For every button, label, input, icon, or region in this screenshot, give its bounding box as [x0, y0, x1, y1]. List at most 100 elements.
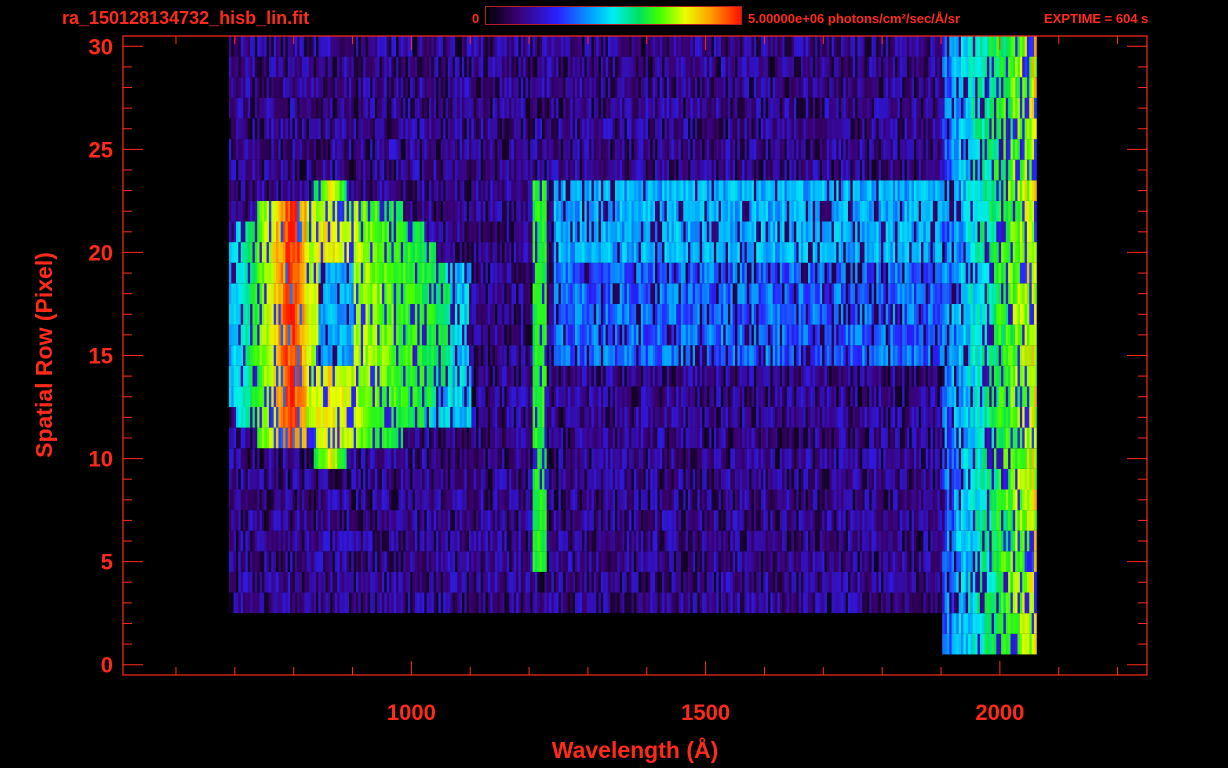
- heatmap-cell: [525, 448, 529, 469]
- heatmap-cell: [532, 489, 536, 511]
- heatmap-cell: [612, 448, 616, 469]
- heatmap-cell: [254, 365, 258, 387]
- heatmap-cell: [735, 530, 738, 552]
- heatmap-cell: [852, 468, 856, 490]
- heatmap-cell: [852, 345, 856, 366]
- heatmap-cell: [673, 448, 677, 469]
- heatmap-cell: [412, 345, 416, 366]
- heatmap-cell: [346, 407, 350, 428]
- heatmap-cell: [791, 345, 795, 366]
- heatmap-cell: [643, 345, 646, 366]
- heatmap-cell: [930, 592, 934, 614]
- heatmap-cell: [664, 407, 668, 428]
- heatmap-cell: [301, 571, 305, 593]
- heatmap-cell: [502, 345, 505, 366]
- heatmap-cell: [720, 407, 724, 428]
- heatmap-cell: [1017, 510, 1021, 531]
- heatmap-cell: [412, 448, 416, 469]
- heatmap-cell: [909, 468, 912, 490]
- heatmap-cell: [454, 324, 458, 346]
- heatmap-cell: [337, 304, 340, 325]
- heatmap-cell: [996, 386, 1000, 408]
- heatmap-cell: [264, 365, 267, 387]
- heatmap-cell: [525, 489, 529, 511]
- heatmap-cell: [250, 468, 253, 490]
- heatmap-cell: [760, 407, 764, 428]
- heatmap-cell: [751, 324, 755, 346]
- heatmap-cell: [285, 345, 289, 366]
- heatmap-cell: [276, 571, 279, 593]
- heatmap-cell: [812, 427, 816, 449]
- heatmap-cell: [556, 571, 559, 593]
- heatmap-cell: [356, 365, 359, 387]
- heatmap-cell: [720, 468, 724, 490]
- heatmap-cell: [843, 407, 847, 428]
- heatmap-cell: [695, 427, 698, 449]
- heatmap-cell: [476, 551, 479, 572]
- heatmap-cell: [381, 571, 385, 593]
- heatmap-cell: [429, 365, 432, 387]
- heatmap-cell: [327, 510, 331, 531]
- heatmap-cell: [735, 489, 738, 511]
- heatmap-cell: [603, 551, 606, 572]
- heatmap-cell: [737, 489, 741, 511]
- heatmap-cell: [473, 407, 477, 428]
- heatmap-cell: [320, 592, 324, 614]
- heatmap-cell: [285, 510, 289, 531]
- heatmap-cell: [327, 427, 331, 449]
- heatmap-cell: [384, 427, 388, 449]
- heatmap-cell: [951, 571, 955, 593]
- heatmap-cell: [259, 592, 263, 614]
- heatmap-cell: [782, 365, 785, 387]
- heatmap-cell: [325, 510, 329, 531]
- heatmap-cell: [791, 489, 795, 511]
- heatmap-cell: [356, 551, 359, 572]
- heatmap-cell: [991, 386, 995, 408]
- heatmap-cell: [327, 571, 331, 593]
- heatmap-cell: [742, 489, 745, 511]
- heatmap-cell: [647, 468, 651, 490]
- heatmap-cell: [407, 571, 411, 593]
- heatmap-cell: [414, 304, 418, 325]
- heatmap-cell: [473, 365, 477, 387]
- heatmap-cell: [695, 407, 698, 428]
- heatmap-cell: [685, 345, 689, 366]
- heatmap-cell: [356, 407, 359, 428]
- heatmap-cell: [859, 510, 863, 531]
- heatmap-cell: [454, 489, 458, 511]
- heatmap-cell: [294, 304, 298, 325]
- heatmap-cell: [294, 571, 298, 593]
- heatmap-cell: [490, 386, 493, 408]
- heatmap-cell: [384, 510, 388, 531]
- heatmap-cell: [358, 489, 362, 511]
- heatmap-cell: [822, 530, 825, 552]
- heatmap-cell: [384, 530, 388, 552]
- heatmap-cell: [381, 468, 385, 490]
- heatmap-cell: [327, 324, 331, 346]
- heatmap-cell: [332, 345, 336, 366]
- heatmap-cell: [424, 468, 428, 490]
- heatmap-cell: [655, 468, 658, 490]
- heatmap-cell: [280, 489, 284, 511]
- heatmap-cell: [746, 510, 750, 531]
- heatmap-cell: [921, 551, 924, 572]
- heatmap-cell: [228, 407, 232, 428]
- heatmap-cell: [586, 324, 590, 346]
- heatmap-cell: [817, 365, 821, 387]
- heatmap-cell: [377, 592, 380, 614]
- heatmap-cell: [502, 365, 505, 387]
- heatmap-cell: [1017, 407, 1021, 428]
- heatmap-cell: [965, 468, 969, 490]
- heatmap-cell: [720, 324, 724, 346]
- heatmap-cell: [311, 365, 315, 387]
- heatmap-cell: [469, 407, 472, 428]
- heatmap-cell: [372, 448, 376, 469]
- heatmap-cell: [556, 530, 559, 552]
- heatmap-cell: [598, 510, 602, 531]
- heatmap-cell: [716, 386, 719, 408]
- heatmap-cell: [633, 489, 637, 511]
- heatmap-cell: [589, 468, 592, 490]
- heatmap-cell: [939, 407, 943, 428]
- heatmap-cell: [494, 571, 498, 593]
- heatmap-cell: [233, 427, 237, 449]
